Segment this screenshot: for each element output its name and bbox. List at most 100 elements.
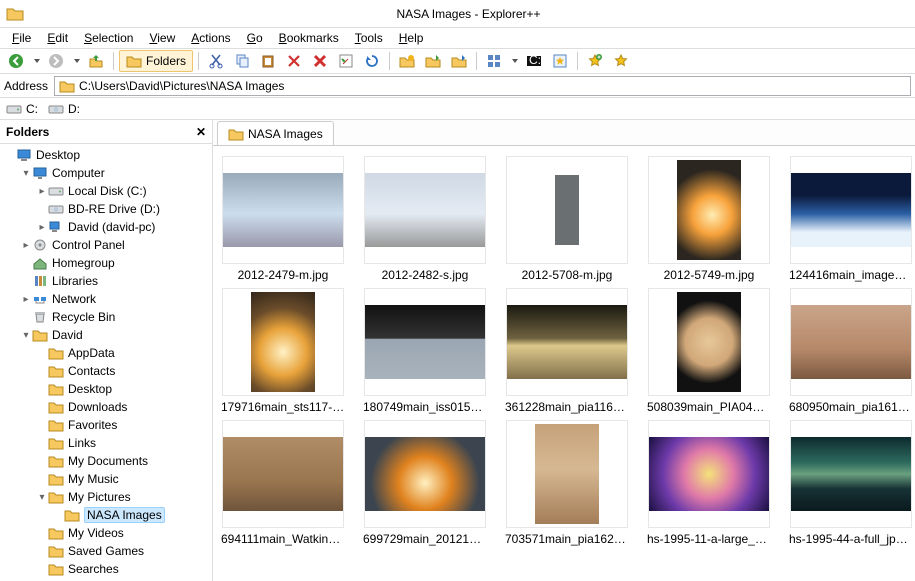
- tree-node-downloads[interactable]: Downloads: [0, 398, 212, 416]
- views-button[interactable]: [482, 50, 506, 72]
- move-to-button[interactable]: [447, 50, 471, 72]
- tree-node-recycle-bin[interactable]: Recycle Bin: [0, 308, 212, 326]
- expand-toggle[interactable]: ▸: [20, 240, 32, 251]
- file-item[interactable]: 699729main_201210239-4_full.jpg: [363, 420, 487, 546]
- copy-button[interactable]: [230, 50, 254, 72]
- tree-node-label: My Videos: [68, 526, 124, 540]
- tree-node-control-panel[interactable]: ▸Control Panel: [0, 236, 212, 254]
- tree-node-appdata[interactable]: AppData: [0, 344, 212, 362]
- expand-toggle[interactable]: ▸: [36, 222, 48, 233]
- file-item[interactable]: 361228main_pia11657-full_full.jpg: [505, 288, 629, 414]
- tree-node-label: David (david-pc): [68, 220, 155, 234]
- views-dropdown[interactable]: [508, 50, 520, 72]
- hdd-icon: [48, 184, 64, 198]
- file-item[interactable]: 680950main_pia16100-full_full.jpg: [789, 288, 913, 414]
- tree-node-bd-re-drive-d-[interactable]: BD-RE Drive (D:): [0, 200, 212, 218]
- delete-permanent-button[interactable]: [308, 50, 332, 72]
- paste-button[interactable]: [256, 50, 280, 72]
- delete-button[interactable]: [282, 50, 306, 72]
- expand-toggle[interactable]: ▾: [20, 168, 32, 179]
- file-item[interactable]: 2012-2479-m.jpg: [221, 156, 345, 282]
- tree-node-label: Searches: [68, 562, 119, 576]
- drive-c[interactable]: C:: [6, 102, 38, 116]
- netcomp-icon: [48, 220, 64, 234]
- optical-icon: [48, 202, 64, 216]
- menu-edit[interactable]: Edit: [39, 29, 76, 47]
- back-history-dropdown[interactable]: [30, 50, 42, 72]
- file-item[interactable]: 694111main_Watkins-2-pia16204_full.jpg: [221, 420, 345, 546]
- window-title: NASA Images - Explorer++: [28, 7, 909, 21]
- forward-history-dropdown[interactable]: [70, 50, 82, 72]
- libs-icon: [32, 274, 48, 288]
- add-bookmark-button[interactable]: [583, 50, 607, 72]
- file-item[interactable]: 2012-5708-m.jpg: [505, 156, 629, 282]
- tree-node-computer[interactable]: ▾Computer: [0, 164, 212, 182]
- file-item[interactable]: hs-1995-11-a-large_web.jpg: [647, 420, 771, 546]
- refresh-button[interactable]: [360, 50, 384, 72]
- menu-view[interactable]: View: [141, 29, 183, 47]
- bookmarks-button[interactable]: [609, 50, 633, 72]
- file-item[interactable]: 2012-2482-s.jpg: [363, 156, 487, 282]
- tree-node-my-documents[interactable]: My Documents: [0, 452, 212, 470]
- properties-button[interactable]: [334, 50, 358, 72]
- file-item[interactable]: 703571main_pia16239-full_full.jpg: [505, 420, 629, 546]
- file-item[interactable]: 2012-5749-m.jpg: [647, 156, 771, 282]
- tree-node-david[interactable]: ▾David: [0, 326, 212, 344]
- folder-tree[interactable]: Desktop▾Computer▸Local Disk (C:)BD-RE Dr…: [0, 144, 212, 581]
- home-icon: [32, 256, 48, 270]
- back-button[interactable]: [4, 50, 28, 72]
- tree-node-local-disk-c-[interactable]: ▸Local Disk (C:): [0, 182, 212, 200]
- menu-actions[interactable]: Actions: [183, 29, 238, 47]
- tree-node-desktop[interactable]: Desktop: [0, 380, 212, 398]
- menu-file[interactable]: File: [4, 29, 39, 47]
- tree-node-saved-games[interactable]: Saved Games: [0, 542, 212, 560]
- file-name-label: 699729main_201210239-4_full.jpg: [363, 532, 487, 546]
- open-cmd-button[interactable]: C:\: [522, 50, 546, 72]
- file-item[interactable]: 124416main_image_feature_380_ys_full.jpg: [789, 156, 913, 282]
- tree-node-favorites[interactable]: Favorites: [0, 416, 212, 434]
- folder-icon: [48, 382, 64, 396]
- tree-node-network[interactable]: ▸Network: [0, 290, 212, 308]
- forward-button[interactable]: [44, 50, 68, 72]
- up-button[interactable]: [84, 50, 108, 72]
- menu-help[interactable]: Help: [391, 29, 432, 47]
- expand-toggle[interactable]: ▾: [20, 330, 32, 341]
- drive-d[interactable]: D:: [48, 102, 80, 116]
- folders-toggle[interactable]: Folders: [119, 50, 193, 72]
- menu-bookmarks[interactable]: Bookmarks: [271, 29, 347, 47]
- menu-selection[interactable]: Selection: [76, 29, 141, 47]
- tree-node-my-music[interactable]: My Music: [0, 470, 212, 488]
- expand-toggle[interactable]: ▸: [20, 294, 32, 305]
- file-item[interactable]: 508039main_PIA04866_full.jpg: [647, 288, 771, 414]
- menu-tools[interactable]: Tools: [347, 29, 391, 47]
- separator: [113, 52, 114, 70]
- file-item[interactable]: hs-1995-44-a-full_jpg.jpg: [789, 420, 913, 546]
- folder-icon: [48, 526, 64, 540]
- tree-node-links[interactable]: Links: [0, 434, 212, 452]
- file-item[interactable]: 179716main_sts117-s-045_full.jpg: [221, 288, 345, 414]
- tree-node-contacts[interactable]: Contacts: [0, 362, 212, 380]
- file-item[interactable]: 180749main_iss015e12958_full.jpg: [363, 288, 487, 414]
- tree-close-button[interactable]: ✕: [196, 125, 206, 139]
- address-path: C:\Users\David\Pictures\NASA Images: [79, 79, 906, 93]
- cut-button[interactable]: [204, 50, 228, 72]
- tab-nasa-images[interactable]: NASA Images: [217, 121, 334, 145]
- expand-toggle[interactable]: ▾: [36, 492, 48, 503]
- expand-toggle[interactable]: ▸: [36, 186, 48, 197]
- tree-node-my-videos[interactable]: My Videos: [0, 524, 212, 542]
- tree-node-searches[interactable]: Searches: [0, 560, 212, 578]
- tree-node-libraries[interactable]: Libraries: [0, 272, 212, 290]
- net-icon: [32, 292, 48, 306]
- copy-to-button[interactable]: [421, 50, 445, 72]
- organize-bookmarks-button[interactable]: [548, 50, 572, 72]
- address-input[interactable]: C:\Users\David\Pictures\NASA Images: [54, 76, 911, 96]
- folder-icon: [48, 346, 64, 360]
- tree-node-my-pictures[interactable]: ▾My Pictures: [0, 488, 212, 506]
- new-folder-button[interactable]: [395, 50, 419, 72]
- tree-node-david-david-pc-[interactable]: ▸ David (david-pc): [0, 218, 212, 236]
- tree-node-homegroup[interactable]: Homegroup: [0, 254, 212, 272]
- tree-node-desktop[interactable]: Desktop: [0, 146, 212, 164]
- tree-node-nasa-images[interactable]: NASA Images: [0, 506, 212, 524]
- file-thumbnails-view[interactable]: 2012-2479-m.jpg2012-2482-s.jpg2012-5708-…: [213, 146, 915, 581]
- menu-go[interactable]: Go: [239, 29, 271, 47]
